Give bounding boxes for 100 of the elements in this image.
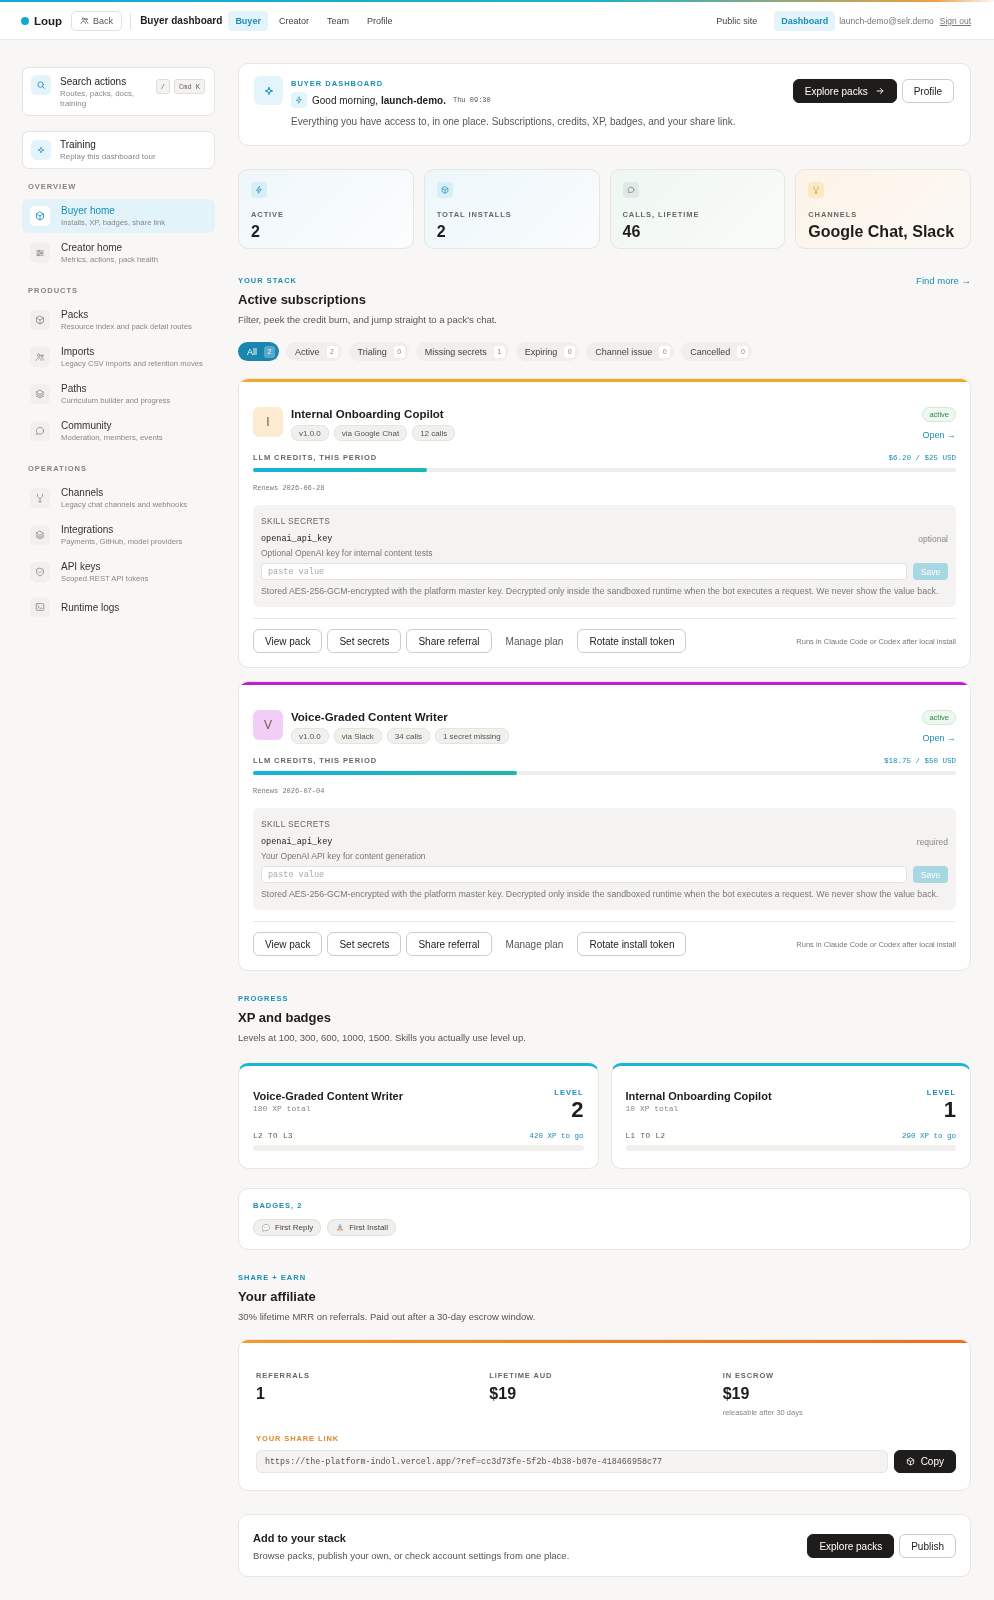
dot-icon	[21, 16, 29, 25]
speech-bubble-icon	[261, 1222, 271, 1233]
open-link[interactable]: Open →	[922, 733, 956, 743]
action-button[interactable]: Set secrets	[327, 932, 402, 956]
tag-chip: 1 secret missing	[434, 728, 509, 744]
secret-description: Optional OpenAI key for internal content tests	[261, 548, 434, 558]
users-icon	[30, 347, 50, 367]
action-button[interactable]: Manage plan	[496, 932, 573, 956]
section-subtitle: Levels at 100, 300, 600, 1000, 1500. Skills you actually use level up.	[238, 1032, 526, 1043]
open-link[interactable]: Open →	[922, 430, 956, 440]
cube-icon	[30, 206, 50, 226]
cube-icon	[436, 182, 453, 198]
xp-total: 180 XP total	[253, 1104, 312, 1113]
cube-icon	[30, 310, 50, 330]
skill-name: Internal Onboarding Copilot	[625, 1090, 772, 1102]
back-button[interactable]: Back	[71, 10, 123, 31]
action-button[interactable]: Manage plan	[496, 629, 573, 653]
nav-tab[interactable]: Team	[319, 10, 356, 31]
fork-icon	[30, 488, 50, 508]
bolt-icon	[291, 92, 307, 108]
explore-button[interactable]: Explore packs	[807, 1534, 895, 1558]
header-link[interactable]: Public site	[709, 10, 765, 31]
level-value: 2	[571, 1098, 584, 1122]
tag-chip: v1.0.0	[291, 425, 329, 441]
stat-value: 1	[256, 1385, 265, 1403]
secrets-heading: SKILL SECRETS	[261, 819, 332, 829]
badge-chip: First Reply	[253, 1219, 322, 1236]
pack-name: Internal Onboarding Copilot	[291, 408, 445, 420]
action-button[interactable]: Set secrets	[327, 629, 402, 653]
requirement-text: required	[916, 837, 948, 847]
level-value: 1	[943, 1098, 956, 1122]
fork-icon	[808, 182, 825, 198]
profile-button[interactable]: Profile	[901, 79, 954, 103]
tag-chip: 34 calls	[386, 728, 430, 744]
cta-subtitle: Browse packs, publish your own, or check account settings from one place.	[253, 1549, 570, 1561]
section-title: Your affiliate	[238, 1289, 317, 1304]
chat-icon	[30, 421, 50, 441]
tag-chip: v1.0.0	[291, 728, 329, 744]
layers-icon	[30, 525, 50, 545]
pack-avatar: I	[253, 407, 283, 437]
action-button[interactable]: View pack	[253, 932, 323, 956]
section-title: Active subscriptions	[238, 292, 367, 307]
section-subtitle: Filter, peek the credit burn, and jump straight to a pack's chat.	[238, 314, 497, 325]
action-button[interactable]: View pack	[253, 629, 323, 653]
nav-tab[interactable]: Creator	[271, 10, 316, 31]
copy-button[interactable]: Copy	[893, 1450, 956, 1473]
secret-input[interactable]: paste value	[261, 563, 907, 580]
users-icon	[80, 16, 90, 25]
action-button[interactable]: Rotate install token	[577, 629, 687, 653]
arrow-icon	[874, 86, 885, 96]
xp-total: 10 XP total	[625, 1104, 680, 1113]
skill-name: Voice-Graded Content Writer	[253, 1090, 403, 1102]
action-button[interactable]: Rotate install token	[577, 932, 687, 956]
sparkle-icon	[254, 76, 283, 105]
secret-input[interactable]: paste value	[261, 866, 907, 883]
badge-chip: First Install	[327, 1219, 396, 1236]
action-button[interactable]: Share referral	[406, 932, 492, 956]
secret-key-name: openai_api_key	[261, 534, 333, 544]
action-button[interactable]: Share referral	[406, 629, 492, 653]
sliders-icon	[30, 243, 50, 263]
sidebar-item[interactable]: Runtime logs	[22, 592, 215, 622]
storage-note: Stored AES-256-GCM-encrypted with the platform master key. Decrypted only inside the sandboxed runtime when the bot executes a request. We never show the value back.	[261, 586, 940, 596]
storage-note: Stored AES-256-GCM-encrypted with the platform master key. Decrypted only inside the sandboxed runtime when the bot executes a request. We never show the value back.	[261, 889, 940, 899]
cube-icon	[905, 1457, 915, 1466]
stat-value: 46	[622, 223, 641, 241]
user-email: launch-demo@selr.demo	[839, 15, 934, 26]
sign-out-link[interactable]: Sign out	[939, 15, 971, 26]
layers-icon	[30, 384, 50, 404]
explore-button[interactable]: Explore packs	[792, 79, 897, 103]
greeting-text: Good morning, launch-demo.	[312, 94, 446, 106]
stat-value: $19	[722, 1385, 750, 1403]
tag-chip: via Google Chat	[333, 425, 408, 441]
share-link-field[interactable]: https://the-platform-indol.vercel.app/?ref=cc3d73fe-5f2b-4b38-b07e-418466958c77	[256, 1450, 888, 1473]
page-title: Buyer dashboard	[140, 15, 223, 26]
search-icon	[31, 75, 51, 95]
nav-tab[interactable]: Profile	[359, 10, 400, 31]
sparkle-icon	[31, 140, 51, 160]
secrets-heading: SKILL SECRETS	[261, 516, 332, 526]
cta-title: Add to your stack	[253, 1531, 347, 1544]
training-button[interactable]: Training Replay this dashboard tour	[22, 131, 215, 169]
tag-chip: via Slack	[333, 728, 382, 744]
requirement-text: optional	[918, 534, 948, 544]
stat-value: Google Chat, Slack	[808, 223, 955, 241]
hero-description: Everything you have access to, in one place. Subscriptions, credits, XP, badges, and your share link.	[291, 116, 737, 127]
brand-logo[interactable]: Loup	[21, 14, 63, 27]
chat-icon	[622, 182, 639, 198]
publish-button[interactable]: Publish	[899, 1534, 956, 1558]
find-more-link[interactable]: Find more →	[916, 275, 971, 286]
stat-value: $19	[489, 1385, 517, 1403]
stat-value: 2	[436, 223, 446, 241]
tag-chip: 12 calls	[412, 425, 456, 441]
secret-key-name: openai_api_key	[261, 837, 333, 847]
shield-icon	[30, 562, 50, 582]
section-subtitle: 30% lifetime MRR on referrals. Paid out after a 30-day escrow window.	[238, 1311, 536, 1322]
section-title: XP and badges	[238, 1010, 332, 1025]
rocket-icon	[335, 1222, 346, 1233]
stat-value: 2	[251, 223, 260, 241]
terminal-icon	[30, 597, 50, 617]
pack-name: Voice-Graded Content Writer	[291, 711, 449, 723]
bolt-icon	[251, 182, 267, 198]
